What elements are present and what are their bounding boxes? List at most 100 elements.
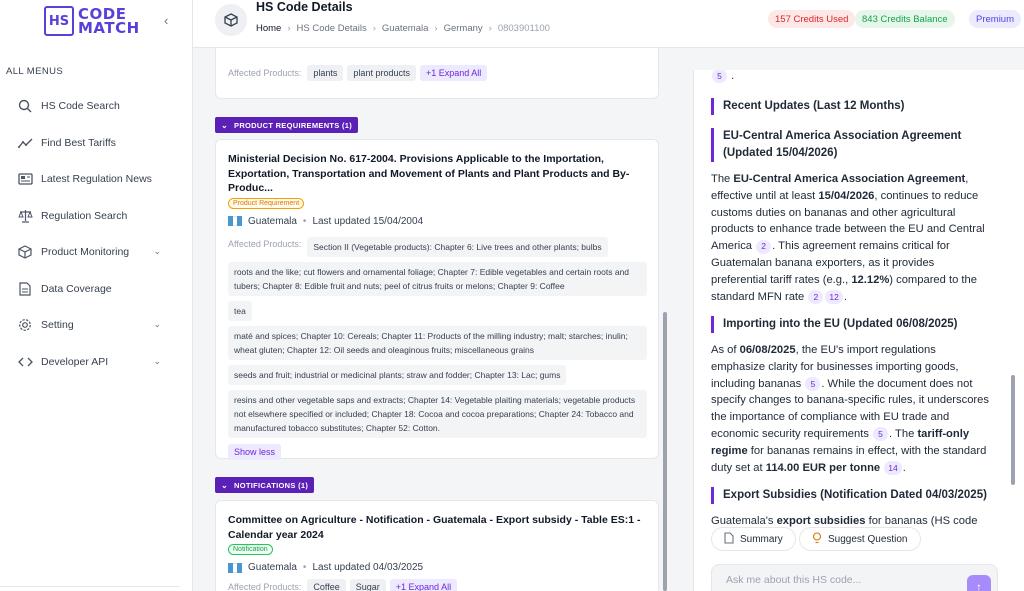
sidebar-item-label: Product Monitoring	[41, 246, 130, 259]
breadcrumb-destination[interactable]: Germany	[444, 23, 483, 34]
eu-agreement-paragraph: The EU-Central America Association Agree…	[711, 173, 985, 304]
header: HS Code Details Home › HS Code Details ›…	[193, 0, 1024, 48]
product-tag: Coffee	[307, 579, 346, 591]
sidebar-item-label: Find Best Tariffs	[41, 136, 116, 149]
eu-agreement-heading: EU-Central America Association Agreement…	[711, 128, 991, 162]
sidebar-item-find-best-tariffs[interactable]: Find Best Tariffs	[0, 125, 193, 162]
affected-products: Affected Products: Coffee Sugar +1 Expan…	[228, 579, 643, 591]
logo-text: CODE MATCH	[78, 5, 140, 37]
regulation-title[interactable]: Ministerial Decision No. 617-2004. Provi…	[228, 152, 643, 196]
separator-dot: •	[302, 215, 307, 227]
chevron-down-icon[interactable]: ⌄	[153, 356, 161, 367]
sidebar-item-data-coverage[interactable]: Data Coverage	[0, 271, 193, 308]
suggest-question-button[interactable]: Suggest Question	[799, 527, 921, 551]
sidebar-item-setting[interactable]: Setting ⌄	[0, 307, 193, 344]
breadcrumb-origin[interactable]: Guatemala	[382, 23, 428, 34]
type-badge: Product Requirement	[228, 197, 305, 209]
last-updated: Last updated 15/04/2004	[312, 215, 424, 227]
chevron-left-icon[interactable]: ‹	[164, 13, 168, 28]
product-requirements-toggle[interactable]: ⌄ PRODUCT REQUIREMENTS (1)	[215, 117, 359, 133]
citation-badge[interactable]: 5	[873, 427, 889, 442]
suggest-question-label: Suggest Question	[828, 533, 908, 545]
product-tag: tea	[228, 300, 252, 321]
logo-mark: HS	[44, 6, 74, 36]
expand-all-button[interactable]: +1 Expand All	[419, 65, 488, 81]
separator-dot: •	[302, 562, 307, 573]
scrollbar[interactable]	[1011, 375, 1015, 485]
country-label: Guatemala	[248, 215, 297, 227]
send-icon[interactable]: ↑	[967, 575, 991, 591]
chevron-right-icon: ›	[372, 23, 376, 34]
sidebar-item-latest-regulation-news[interactable]: Latest Regulation News	[0, 161, 193, 198]
type-badge: Notification	[228, 544, 273, 555]
citation-line: 5 .	[711, 70, 991, 85]
sidebar-item-label: Regulation Search	[41, 209, 128, 222]
sidebar-item-label: Developer API	[41, 355, 109, 368]
summary-button-label: Summary	[740, 533, 783, 545]
affected-products-label: Affected Products:	[228, 582, 302, 591]
citation-badge[interactable]: 5	[805, 376, 821, 391]
citation-badge[interactable]: 5	[712, 70, 727, 84]
code-icon	[17, 354, 33, 370]
lightbulb-icon	[812, 531, 822, 547]
regulation-meta: Guatemala • Last updated 15/04/2004	[228, 216, 643, 227]
sidebar-item-label: Latest Regulation News	[41, 173, 152, 186]
chevron-right-icon: ›	[287, 23, 291, 34]
product-tag: seeds and fruit; industrial or medicinal…	[228, 364, 567, 385]
chevron-down-icon[interactable]: ⌄	[153, 319, 161, 330]
chevron-down-icon[interactable]: ⌄	[153, 246, 161, 257]
notification-meta: Guatemala • Last updated 04/03/2025	[228, 562, 643, 573]
guatemala-flag-icon	[228, 216, 243, 226]
recent-updates-heading: Recent Updates (Last 12 Months)	[711, 98, 904, 115]
menu-heading: ALL MENUS	[6, 66, 64, 77]
citation-badge[interactable]: 2	[756, 239, 772, 254]
citation-badge[interactable]: 14	[884, 460, 902, 475]
product-tag: roots and the like; cut flowers and orna…	[228, 261, 647, 296]
document-icon	[724, 531, 734, 547]
export-subsidies-heading: Export Subsidies (Notification Dated 04/…	[711, 487, 987, 504]
notification-title[interactable]: Committee on Agriculture - Notification …	[228, 513, 643, 542]
credits-balance-badge: 843 Credits Balance	[855, 10, 955, 28]
product-requirement-card[interactable]: Ministerial Decision No. 617-2004. Provi…	[215, 139, 659, 460]
sidebar-item-regulation-search[interactable]: Regulation Search	[0, 198, 193, 235]
regulations-column: Affected Products: plants plant products…	[193, 48, 673, 591]
sidebar-item-hs-code-search[interactable]: HS Code Search	[0, 88, 193, 125]
citation-badge[interactable]: 2	[808, 289, 824, 304]
affected-products-label: Affected Products:	[228, 68, 302, 78]
product-tag: plants	[307, 65, 344, 81]
breadcrumb-home[interactable]: Home	[256, 23, 281, 34]
breadcrumb-hs-code-details[interactable]: HS Code Details	[297, 23, 367, 34]
summary-button[interactable]: Summary	[711, 527, 796, 551]
gear-icon	[17, 317, 33, 333]
page-title: HS Code Details	[256, 0, 353, 14]
product-tag: resins and other vegetable saps and extr…	[228, 389, 647, 438]
chevron-down-icon: ⌄	[221, 120, 229, 130]
product-tag: maté and spices; Chapter 10: Cereals; Ch…	[228, 325, 647, 360]
citation-badge[interactable]: 12	[825, 289, 843, 304]
show-less-button[interactable]: Show less	[228, 443, 282, 460]
credits-used-badge: 157 Credits Used	[768, 10, 856, 28]
country-label: Guatemala	[248, 562, 297, 573]
product-tag: Sugar	[349, 579, 386, 591]
sidebar-item-product-monitoring[interactable]: Product Monitoring ⌄	[0, 234, 193, 271]
sidebar-item-label: HS Code Search	[41, 100, 120, 113]
ai-summary-panel: 5 . Recent Updates (Last 12 Months) EU-C…	[693, 70, 1024, 591]
affected-products-label: Affected Products:	[228, 238, 302, 249]
sidebar-item-label: Setting	[41, 319, 74, 332]
search-icon	[17, 98, 33, 114]
notifications-toggle[interactable]: ⌄ NOTIFICATIONS (1)	[215, 477, 315, 493]
notification-card[interactable]: Committee on Agriculture - Notification …	[215, 500, 659, 591]
scrollbar[interactable]	[663, 312, 667, 591]
import-paragraph: As of 06/08/2025, the EU's import regula…	[711, 344, 989, 475]
product-tag: plant products	[347, 65, 416, 81]
news-icon	[17, 171, 33, 187]
sidebar-menu: HS Code Search Find Best Tariffs Latest …	[0, 88, 193, 380]
plan-badge[interactable]: Premium	[969, 10, 1022, 28]
expand-all-button[interactable]: +1 Expand All	[389, 579, 458, 591]
box-icon	[215, 4, 247, 36]
breadcrumb-hs-code: 0803901100	[497, 23, 550, 34]
sidebar-item-developer-api[interactable]: Developer API ⌄	[0, 344, 193, 381]
chat-input[interactable]: Ask me about this HS code...	[711, 564, 998, 591]
logo[interactable]: HS CODE MATCH	[44, 6, 140, 36]
section-label: NOTIFICATIONS (1)	[234, 480, 309, 490]
